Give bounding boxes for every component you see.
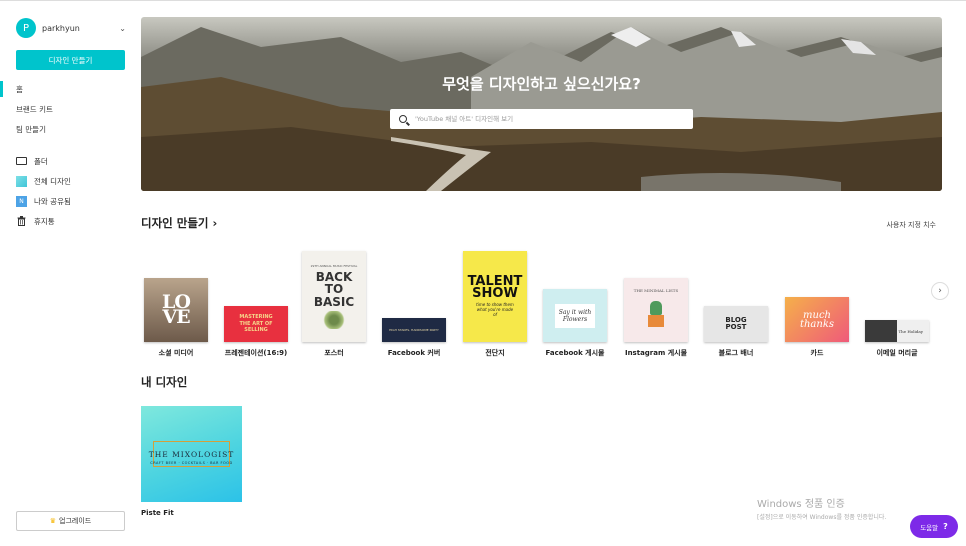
template-thumbnail: much thanks <box>785 297 849 342</box>
sidebar-item-folders[interactable]: 폴더 <box>0 151 135 171</box>
app-window: P parkhyun ⌄ 디자인 만들기 홈 브랜드 키트 팀 만들기 폴더 전… <box>0 0 966 546</box>
carousel-next-button[interactable]: › <box>931 282 949 300</box>
template-label: 카드 <box>810 349 824 357</box>
sidebar-item-all-designs[interactable]: 전체 디자인 <box>0 171 135 191</box>
thumbnail-text: THE MIXOLOGIST <box>148 450 235 459</box>
template-card-flyer[interactable]: TALENT SHOW time to show them what you'r… <box>460 251 530 358</box>
sidebar-item-create-team[interactable]: 팀 만들기 <box>0 119 135 139</box>
custom-dimensions-link[interactable]: 사용자 지정 치수 <box>886 220 936 230</box>
sidebar-item-label: 휴지통 <box>34 216 55 226</box>
template-card-poster[interactable]: 29TH ANNUAL MUSIC FESTIVAL BACK TO BASIC… <box>299 251 369 358</box>
crown-icon: ♛ <box>49 517 57 525</box>
search-input[interactable] <box>415 115 675 123</box>
shared-icon: N <box>16 195 27 207</box>
sidebar-item-shared[interactable]: N 나와 공유됨 <box>0 191 135 211</box>
folder-icon <box>16 156 27 167</box>
template-card-email-header[interactable]: The Holiday 이메일 머리글 <box>862 320 932 358</box>
template-card-presentation[interactable]: MASTERING THE ART OF SELLING 프레젠테이션(16:9… <box>219 306 293 358</box>
sidebar-item-label: 폴더 <box>34 156 48 166</box>
create-section-title: 디자인 만들기 <box>141 216 209 230</box>
template-label: 포스터 <box>324 349 344 357</box>
template-carousel: LOVE 소셜 미디어 MASTERING THE ART OF SELLING… <box>141 243 936 358</box>
template-card-blog-banner[interactable]: BLOG POST 블로그 배너 <box>701 306 771 358</box>
sidebar-item-label: 나와 공유됨 <box>34 196 71 206</box>
cactus-illustration <box>650 301 662 315</box>
sidebar-item-label: 홈 <box>16 84 23 94</box>
sidebar-item-home[interactable]: 홈 <box>0 79 135 99</box>
hero-title: 무엇을 디자인하고 싶으신가요? <box>442 75 641 93</box>
thumbnail-subtext: time to show them what you're made of <box>476 302 514 318</box>
help-button[interactable]: 도움말 ? <box>910 515 958 538</box>
thumbnail-text: HIGH STAKES, HANDSOME PARTY <box>389 328 439 332</box>
template-thumbnail: 29TH ANNUAL MUSIC FESTIVAL BACK TO BASIC <box>302 251 366 342</box>
thumbnail-text: THE MINIMAL LISTS <box>633 288 679 293</box>
windows-activation-subtitle: [설정]으로 이동하여 Windows를 정품 인증합니다. <box>757 514 887 521</box>
template-thumbnail: HIGH STAKES, HANDSOME PARTY <box>382 318 446 342</box>
template-label: 프레젠테이션(16:9) <box>224 349 288 357</box>
template-card-facebook-post[interactable]: Say it with Flowers Facebook 게시물 <box>540 289 610 358</box>
hero-banner: 무엇을 디자인하고 싶으신가요? <box>141 17 942 191</box>
sidebar-item-brand-kit[interactable]: 브랜드 키트 <box>0 99 135 119</box>
design-name: Piste Fit <box>141 509 174 517</box>
my-designs-title: 내 디자인 <box>141 375 188 389</box>
trash-icon <box>16 216 27 227</box>
template-thumbnail: BLOG POST <box>704 306 768 342</box>
template-label: 이메일 머리글 <box>876 349 918 357</box>
template-label: Instagram 게시물 <box>624 349 688 357</box>
template-label: 블로그 배너 <box>718 349 754 357</box>
template-card-card[interactable]: much thanks 카드 <box>782 297 852 358</box>
upgrade-label: 업그레이드 <box>59 517 92 525</box>
thumbnail-text: LOVE <box>162 290 191 328</box>
template-thumbnail: The Holiday <box>865 320 929 342</box>
chevron-right-icon: › <box>212 216 218 230</box>
template-thumbnail: THE MINIMAL LISTS <box>624 278 688 342</box>
template-thumbnail: MASTERING THE ART OF SELLING <box>224 306 288 342</box>
template-thumbnail: Say it with Flowers <box>543 289 607 342</box>
thumbnail-text: much thanks <box>799 309 835 330</box>
sidebar-item-label: 브랜드 키트 <box>16 104 53 114</box>
sidebar: P parkhyun ⌄ 디자인 만들기 홈 브랜드 키트 팀 만들기 폴더 전… <box>0 1 135 546</box>
thumbnail-text: The Holiday <box>898 328 923 334</box>
sidebar-item-label: 전체 디자인 <box>34 176 71 186</box>
template-label: Facebook 게시물 <box>545 349 605 357</box>
sidebar-nav: 홈 브랜드 키트 팀 만들기 폴더 전체 디자인 N 나와 공유됨 휴지통 <box>0 79 135 231</box>
template-thumbnail: TALENT SHOW time to show them what you'r… <box>463 251 527 342</box>
design-thumbnail: THE MIXOLOGIST CRAFT BEER · COCKTAILS · … <box>141 406 242 502</box>
thumbnail-text: MASTERING THE ART OF SELLING <box>239 314 273 334</box>
sidebar-item-trash[interactable]: 휴지통 <box>0 211 135 231</box>
template-label: Facebook 커버 <box>387 349 441 357</box>
search-icon <box>399 115 407 123</box>
help-label: 도움말 <box>920 523 939 532</box>
upgrade-button[interactable]: ♛ 업그레이드 <box>16 511 125 531</box>
windows-activation-notice: Windows 정품 인증 [설정]으로 이동하여 Windows를 정품 인증… <box>757 495 886 521</box>
thumbnail-text: BACK TO BASIC <box>313 269 355 309</box>
windows-activation-title: Windows 정품 인증 <box>757 499 845 510</box>
search-bar[interactable] <box>390 109 693 129</box>
thumbnail-text: BLOG POST <box>725 315 747 331</box>
template-card-social-media[interactable]: LOVE 소셜 미디어 <box>141 278 211 358</box>
thumbnail-text: Say it with Flowers <box>555 303 595 328</box>
username: parkhyun <box>42 23 80 33</box>
question-icon: ? <box>943 522 948 531</box>
chevron-down-icon: ⌄ <box>119 23 126 33</box>
template-label: 전단지 <box>485 349 505 357</box>
thumbnail-subtext: 29TH ANNUAL MUSIC FESTIVAL <box>310 263 358 268</box>
template-card-facebook-cover[interactable]: HIGH STAKES, HANDSOME PARTY Facebook 커버 <box>379 318 449 358</box>
template-thumbnail: LOVE <box>144 278 208 342</box>
sidebar-item-label: 팀 만들기 <box>16 124 46 134</box>
mountain-landscape-image <box>141 27 942 191</box>
create-design-button[interactable]: 디자인 만들기 <box>16 50 125 70</box>
template-card-instagram-post[interactable]: THE MINIMAL LISTS Instagram 게시물 <box>620 278 692 358</box>
account-menu[interactable]: P parkhyun ⌄ <box>16 18 126 38</box>
thumbnail-subtext: CRAFT BEER · COCKTAILS · BAR FOOD <box>150 461 233 465</box>
leaf-illustration <box>322 311 346 330</box>
all-designs-icon <box>16 175 27 187</box>
template-label: 소셜 미디어 <box>158 349 194 357</box>
pot-illustration <box>648 315 664 327</box>
thumbnail-text: TALENT SHOW <box>467 273 523 301</box>
create-section-heading[interactable]: 디자인 만들기 › <box>141 215 217 231</box>
avatar: P <box>16 18 36 38</box>
design-card[interactable]: THE MIXOLOGIST CRAFT BEER · COCKTAILS · … <box>141 406 242 517</box>
